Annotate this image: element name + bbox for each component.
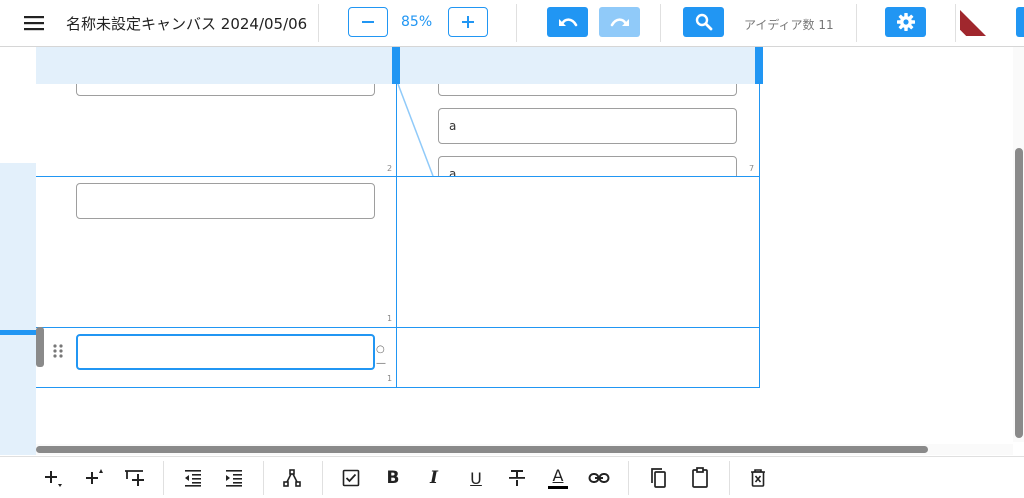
connect-icon <box>283 469 301 487</box>
cell-r1-c1: 2 <box>37 84 396 176</box>
divider <box>729 461 730 495</box>
paste-icon <box>692 467 708 488</box>
divider <box>660 4 661 42</box>
link-button[interactable] <box>586 465 612 491</box>
idea-card[interactable] <box>76 183 375 219</box>
idea-count-badge: 1 <box>387 374 393 383</box>
column-resize-handle[interactable] <box>755 47 763 84</box>
divider <box>516 4 517 42</box>
debug-banner: DEBUG <box>960 0 1024 36</box>
bold-button[interactable]: B <box>380 465 406 491</box>
add-above-icon <box>86 469 103 484</box>
cell-r2-c1: 1 <box>37 177 396 327</box>
idea-count: アイディア数 11 <box>744 18 834 32</box>
card-status-mark: ○ <box>376 344 385 355</box>
underline-button[interactable]: U <box>463 465 489 491</box>
strikethrough-button[interactable] <box>504 465 530 491</box>
undo-button[interactable] <box>547 7 588 37</box>
add-above-button[interactable] <box>81 465 107 491</box>
idea-card[interactable]: a <box>438 156 737 176</box>
drag-handle-icon[interactable] <box>52 343 64 359</box>
link-icon <box>588 473 610 483</box>
minus-icon <box>362 21 374 23</box>
idea-count-badge: 1 <box>387 314 393 323</box>
cell-r2-c2[interactable] <box>397 177 759 327</box>
add-column-button[interactable] <box>122 465 148 491</box>
cell-r3-c1: ○ — 1 <box>37 328 396 387</box>
row-selection-indicator <box>0 330 36 335</box>
cell-r3-c2[interactable] <box>397 328 759 387</box>
row-drag-bar[interactable] <box>36 327 44 367</box>
cell-r1-c2: a a 7 <box>397 84 759 176</box>
divider <box>263 461 264 495</box>
search-icon <box>695 13 712 31</box>
undo-icon <box>558 18 577 27</box>
text-color-icon: A <box>552 465 564 485</box>
canvas-title[interactable]: 名称未設定キャンバス 2024/05/06 <box>66 13 307 34</box>
menu-button[interactable] <box>20 11 48 35</box>
search-button[interactable] <box>683 7 724 37</box>
idea-card[interactable]: a <box>438 108 737 144</box>
strikethrough-icon <box>509 470 525 486</box>
settings-button[interactable] <box>885 7 926 37</box>
hamburger-icon <box>24 16 44 31</box>
horizontal-scrollbar[interactable] <box>36 446 928 453</box>
outdent-button[interactable] <box>180 465 206 491</box>
zoom-in-button[interactable] <box>448 7 488 37</box>
connect-button[interactable] <box>279 465 305 491</box>
copy-icon <box>651 468 666 488</box>
divider <box>322 461 323 495</box>
row-gutter <box>0 163 36 455</box>
delete-icon <box>751 469 765 487</box>
indent-button[interactable] <box>221 465 247 491</box>
top-app-bar: 名称未設定キャンバス 2024/05/06 85% アイディア数 11 <box>0 0 1024 47</box>
column-resize-handle[interactable] <box>392 47 400 84</box>
bottom-toolbar: B I U A <box>0 456 1024 498</box>
divider <box>163 461 164 495</box>
add-below-button[interactable] <box>40 465 66 491</box>
idea-card[interactable] <box>438 84 737 96</box>
divider <box>628 461 629 495</box>
text-color-swatch <box>548 485 568 489</box>
text-color-button[interactable]: A <box>545 465 571 491</box>
redo-icon <box>610 18 629 27</box>
idea-count-badge: 2 <box>387 164 393 173</box>
plus-icon <box>462 16 474 28</box>
italic-button[interactable]: I <box>421 465 447 491</box>
debug-label: DEBUG <box>960 8 1024 36</box>
zoom-out-button[interactable] <box>348 7 388 37</box>
divider <box>955 4 956 42</box>
idea-card-editing[interactable] <box>76 334 375 370</box>
delete-button[interactable] <box>745 465 771 491</box>
checkbox-button[interactable] <box>338 465 364 491</box>
indent-icon <box>226 470 242 487</box>
add-below-icon <box>45 471 62 487</box>
idea-count-badge: 7 <box>749 164 755 173</box>
copy-button[interactable] <box>645 465 671 491</box>
paste-button[interactable] <box>687 465 713 491</box>
vertical-scrollbar[interactable] <box>1015 148 1023 438</box>
add-column-icon <box>125 470 144 486</box>
grid-bottom-border <box>36 387 760 388</box>
zoom-level: 85% <box>401 14 433 30</box>
grid-right-border <box>759 84 760 388</box>
divider <box>856 4 857 42</box>
divider <box>318 4 319 42</box>
outdent-icon <box>185 470 201 487</box>
gear-icon <box>896 13 915 31</box>
idea-card[interactable] <box>76 84 375 96</box>
redo-button[interactable] <box>599 7 640 37</box>
checkbox-icon <box>342 469 360 487</box>
card-status-mark: — <box>376 358 386 369</box>
